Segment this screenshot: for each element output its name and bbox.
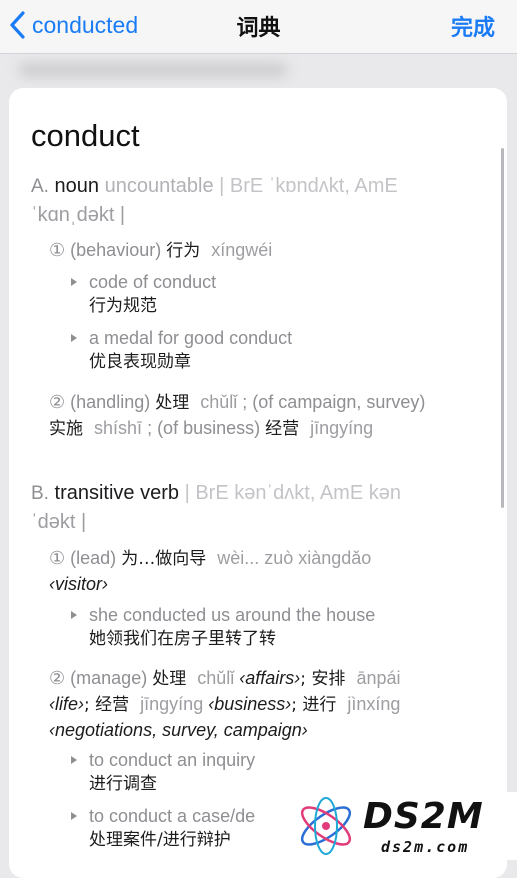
blurred-background-content bbox=[18, 62, 288, 78]
sense-label: (behaviour) bbox=[70, 240, 162, 260]
verb-sense-2: ② (manage) 处理 chǔlǐ ‹affairs›; 安排 ānpái … bbox=[49, 668, 401, 740]
translation: 经营 bbox=[95, 695, 130, 715]
example-en: to conduct an inquiry bbox=[89, 750, 256, 770]
pinyin: jīngyíng bbox=[310, 418, 374, 438]
translation: 处理 bbox=[152, 669, 187, 689]
bullet-triangle-icon bbox=[71, 334, 77, 342]
sense-number: ① bbox=[49, 548, 66, 568]
part-of-speech: transitive verb bbox=[54, 482, 180, 504]
example-item: code of conduct 行为规范 bbox=[71, 270, 491, 318]
sense-label: (manage) bbox=[70, 668, 148, 688]
verb-sense-1: ① (lead) 为…做向导 wèi... zuò xiàngdǎo ‹visi… bbox=[49, 546, 489, 597]
example-zh: 优良表现勋章 bbox=[89, 352, 191, 372]
pinyin: wèi... zuò xiàngdǎo bbox=[217, 548, 372, 568]
noun-sense-2: ② (handling) 处理 chǔlǐ ; (of campaign, su… bbox=[49, 390, 489, 442]
example-en: code of conduct bbox=[89, 272, 217, 292]
pinyin: xíngwéi bbox=[211, 240, 273, 260]
sense-number: ② bbox=[49, 668, 66, 688]
translation: 处理 bbox=[155, 393, 190, 413]
sense-label: (lead) bbox=[70, 548, 117, 568]
verb-header: B. transitive verb | BrE kənˈdʌkt, AmE k… bbox=[31, 479, 491, 536]
pinyin: chǔlǐ bbox=[200, 392, 238, 412]
pinyin: ānpái bbox=[356, 668, 401, 688]
chevron-left-icon bbox=[10, 11, 25, 39]
pinyin: jīngyíng bbox=[140, 694, 204, 714]
pronunciation: | BrE ˈkɒndʌkt, AmE bbox=[219, 175, 398, 197]
example-en: a medal for good conduct bbox=[89, 328, 293, 348]
dictionary-card[interactable]: conduct A. noun uncountable | BrE ˈkɒndʌ… bbox=[9, 88, 507, 878]
pinyin: jìnxíng bbox=[347, 694, 401, 714]
sense-context: ; (of campaign, survey) bbox=[242, 392, 426, 412]
part-of-speech: noun bbox=[54, 175, 100, 197]
sense-label: (handling) bbox=[70, 392, 151, 412]
bullet-triangle-icon bbox=[71, 812, 77, 820]
sense-context: ; (of business) bbox=[147, 418, 261, 438]
section-letter: A. bbox=[31, 176, 49, 197]
translation: 为…做向导 bbox=[121, 549, 207, 569]
section-letter: B. bbox=[31, 483, 49, 504]
object-hint: ‹affairs› bbox=[239, 668, 301, 688]
atom-logo-icon bbox=[300, 797, 352, 855]
watermark: DS2M ds2m.com bbox=[283, 792, 517, 860]
translation: 行为 bbox=[166, 241, 201, 261]
example-en: she conducted us around the house bbox=[89, 605, 376, 625]
headword: conduct bbox=[31, 118, 140, 153]
example-item: a medal for good conduct 优良表现勋章 bbox=[71, 326, 491, 374]
bullet-triangle-icon bbox=[71, 756, 77, 764]
bullet-triangle-icon bbox=[71, 278, 77, 286]
pronunciation-cont: ˈdəkt | bbox=[31, 511, 87, 533]
watermark-site: ds2m.com bbox=[381, 838, 470, 856]
object-hint: ‹visitor› bbox=[49, 574, 108, 594]
translation: 实施 bbox=[49, 419, 83, 439]
noun-sense-1: ① (behaviour) 行为 xíngwéi bbox=[49, 238, 489, 264]
sense-number: ② bbox=[49, 392, 66, 412]
pronunciation-cont: ˈkɑnˌdəkt | bbox=[31, 204, 126, 226]
translation: 经营 bbox=[265, 419, 300, 439]
back-button[interactable]: conducted bbox=[8, 8, 138, 42]
example-zh: 她领我们在房子里转了转 bbox=[89, 629, 276, 649]
watermark-brand: DS2M bbox=[363, 796, 484, 837]
pronunciation: | BrE kənˈdʌkt, AmE kən bbox=[184, 482, 401, 504]
bullet-triangle-icon bbox=[71, 611, 77, 619]
object-hint: ‹negotiations, survey, campaign› bbox=[49, 720, 308, 740]
example-zh: 行为规范 bbox=[89, 296, 157, 316]
sense-number: ① bbox=[49, 240, 66, 260]
object-hint: ‹life› bbox=[49, 694, 84, 714]
noun-header: A. noun uncountable | BrE ˈkɒndʌkt, AmE … bbox=[31, 172, 491, 229]
navigation-bar: conducted 词典 完成 bbox=[0, 0, 517, 54]
example-item: to conduct an inquiry 进行调查 bbox=[71, 748, 491, 796]
back-button-label: conducted bbox=[32, 11, 139, 38]
object-hint: ‹business› bbox=[208, 694, 292, 714]
scrollbar[interactable] bbox=[501, 148, 504, 508]
done-button[interactable]: 完成 bbox=[451, 10, 495, 42]
example-item: she conducted us around the house 她领我们在房… bbox=[71, 603, 491, 651]
pinyin: chǔlǐ bbox=[197, 668, 235, 688]
translation: 安排 bbox=[311, 669, 346, 689]
grammar-note: uncountable bbox=[104, 175, 214, 197]
translation: 进行 bbox=[302, 695, 337, 715]
pinyin: shíshī bbox=[94, 418, 143, 438]
